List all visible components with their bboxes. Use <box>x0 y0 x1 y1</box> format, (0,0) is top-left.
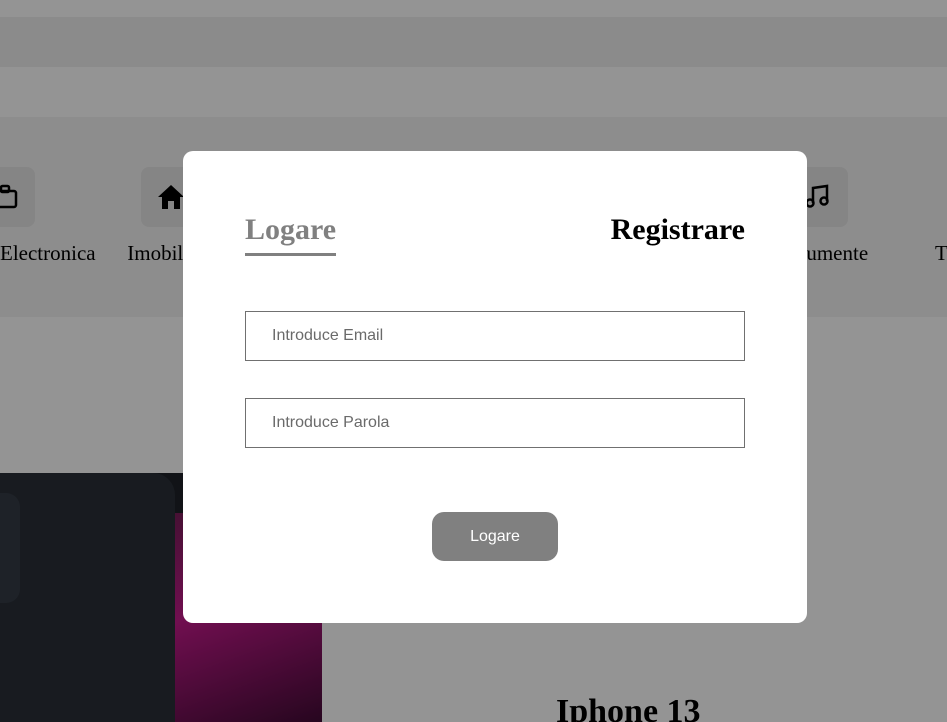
login-modal: Logare Registrare Logare <box>183 151 807 623</box>
tab-login[interactable]: Logare <box>245 213 337 256</box>
login-button[interactable]: Logare <box>432 512 558 561</box>
password-field <box>245 398 745 448</box>
tab-register[interactable]: Registrare <box>611 213 745 247</box>
email-input[interactable] <box>246 312 744 360</box>
password-input[interactable] <box>246 399 744 447</box>
email-field <box>245 311 745 361</box>
page: Electronica Imobiliare Instrumente T Iph… <box>0 0 947 722</box>
